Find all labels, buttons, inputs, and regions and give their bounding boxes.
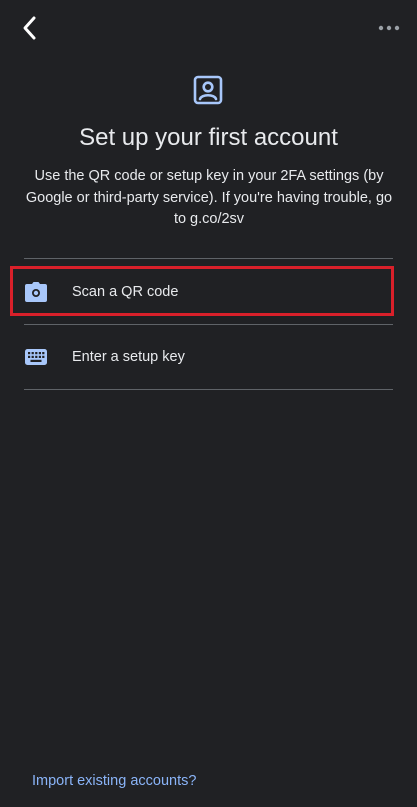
setup-screen: Set up your first account Use the QR cod… xyxy=(0,0,417,807)
divider-top xyxy=(24,258,393,259)
chevron-left-icon xyxy=(23,16,36,40)
camera-icon xyxy=(24,280,48,304)
enter-setup-key-label: Enter a setup key xyxy=(72,349,185,365)
more-horizontal-icon xyxy=(378,25,400,31)
enter-setup-key-option[interactable]: Enter a setup key xyxy=(24,325,393,389)
divider-bottom xyxy=(24,389,393,390)
import-accounts-link[interactable]: Import existing accounts? xyxy=(32,773,196,789)
keyboard-icon xyxy=(24,345,48,369)
back-button[interactable] xyxy=(14,12,46,44)
scan-qr-code-option[interactable]: Scan a QR code xyxy=(24,260,393,324)
more-options-button[interactable] xyxy=(371,12,407,44)
page-title: Set up your first account xyxy=(79,124,338,151)
account-box-icon xyxy=(193,75,223,105)
page-subtitle: Use the QR code or setup key in your 2FA… xyxy=(25,168,393,227)
scan-qr-code-label: Scan a QR code xyxy=(72,284,179,300)
